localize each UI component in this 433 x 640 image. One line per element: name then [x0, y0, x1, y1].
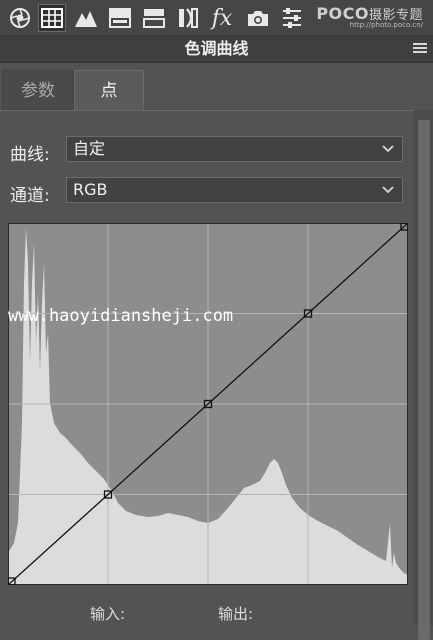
- split-toning-icon[interactable]: [106, 4, 134, 32]
- panel-header: 色调曲线: [0, 36, 433, 63]
- curve-select-label: 曲线:: [10, 145, 50, 165]
- fx-label: fx: [211, 5, 233, 31]
- tab-bar: 参数 点: [0, 70, 414, 111]
- tab-points[interactable]: 点: [74, 70, 144, 110]
- panel-scrollbar[interactable]: [414, 110, 433, 640]
- develop-toolbar: fx POCO摄影专题 http://photo.poco.cn/: [0, 0, 433, 36]
- channel-value: RGB: [73, 180, 108, 199]
- camera-icon[interactable]: [244, 4, 272, 32]
- channel-select-label: 通道:: [10, 186, 50, 206]
- input-label: 输入:: [90, 605, 126, 623]
- sliders-icon[interactable]: [278, 4, 306, 32]
- grid-icon[interactable]: [38, 4, 66, 32]
- aperture-icon[interactable]: [6, 4, 34, 32]
- output-label: 输出:: [218, 605, 254, 623]
- scrollbar-thumb[interactable]: [418, 120, 430, 640]
- tone-curve-graph[interactable]: www.haoyidiansheji.com: [7, 222, 409, 586]
- chevron-down-icon: [382, 145, 394, 153]
- mountain-icon[interactable]: [72, 4, 100, 32]
- channel-select[interactable]: RGB: [66, 177, 403, 203]
- tone-curve-canvas[interactable]: www.haoyidiansheji.com: [7, 222, 409, 586]
- chevron-down-icon: [382, 186, 394, 194]
- detail-icon[interactable]: [140, 4, 168, 32]
- poco-watermark: POCO摄影专题 http://photo.poco.cn/: [316, 4, 423, 29]
- panel-menu-icon[interactable]: [413, 43, 427, 54]
- curve-preset-value: 自定: [73, 139, 106, 158]
- curve-preset-select[interactable]: 自定: [66, 136, 403, 162]
- fx-icon[interactable]: fx: [208, 4, 236, 32]
- panel-title: 色调曲线: [184, 39, 249, 58]
- tab-parameters[interactable]: 参数: [2, 70, 74, 110]
- lens-icon[interactable]: [174, 4, 202, 32]
- overlay-watermark: www.haoyidiansheji.com: [8, 306, 233, 326]
